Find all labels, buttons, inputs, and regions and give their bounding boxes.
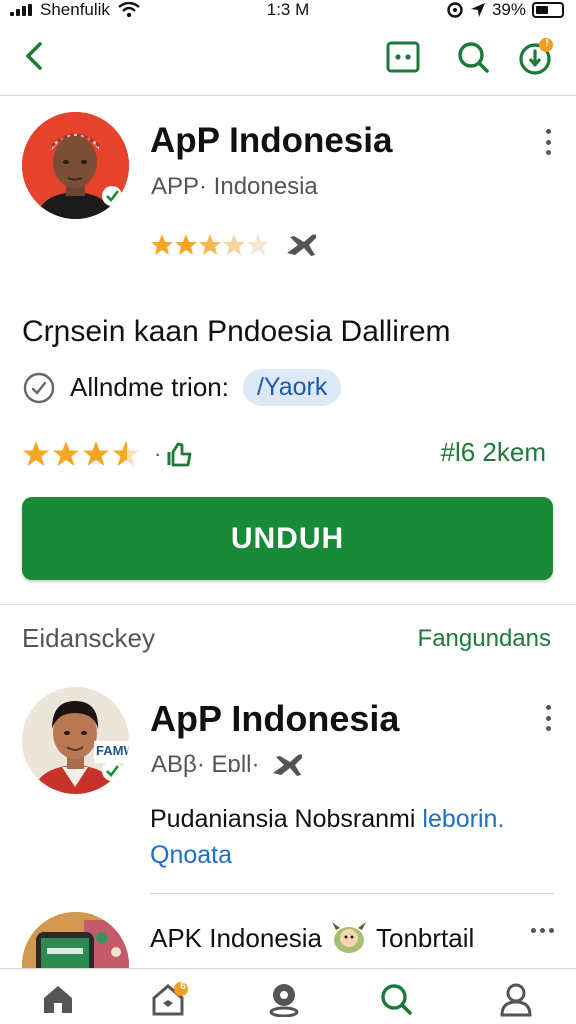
battery-icon [532, 2, 564, 18]
nav-home[interactable] [34, 979, 82, 1019]
more-options-button[interactable] [538, 701, 558, 735]
search-button[interactable] [454, 38, 492, 76]
home-icon [44, 986, 72, 1013]
app-title-suffix: Tonbrtail [376, 922, 475, 953]
featured-app-card: ApP Indonesia APP· Indonesia Crɲsein kaa… [0, 97, 576, 605]
profile-icon [500, 983, 532, 1017]
install-button[interactable]: UNDUH [22, 497, 553, 580]
nav-location[interactable] [260, 979, 308, 1019]
location-icon [269, 984, 299, 1017]
app-title: ApP Indonesia [150, 121, 393, 160]
more-options-button[interactable] [538, 125, 558, 159]
section-more-link[interactable]: Fangundans [418, 625, 551, 653]
top-app-bar: ! [0, 22, 576, 96]
nav-categories[interactable]: 6 [146, 979, 194, 1019]
app-developer[interactable]: APP· Indonesia [151, 173, 318, 201]
alarm-icon [447, 2, 463, 18]
rating-summary [150, 231, 320, 259]
person-photo-icon [22, 112, 129, 219]
rating-row: · [22, 439, 193, 469]
status-bar: Shenfulik 1:3 M 39% [0, 0, 576, 22]
nav-badge: 6 [180, 981, 186, 992]
star-rating-icon [23, 441, 139, 466]
app-subtitle-row: ABβ· Eɒll· [151, 751, 306, 779]
chevron-left-icon [26, 42, 42, 70]
chat-button[interactable] [384, 38, 422, 76]
app-title: ApP Indonesia [150, 698, 400, 739]
app-size: #l6 2kem [440, 437, 547, 467]
thumbs-up-icon [167, 442, 192, 467]
nav-search[interactable] [372, 979, 420, 1019]
info-pill[interactable]: /Yaork [242, 369, 342, 406]
app-developer[interactable]: ABβ· Eɒll· [151, 751, 260, 779]
description-text: Pudaniansia Νobsranmi [150, 805, 416, 833]
battery-percent: 39% [491, 0, 526, 19]
app-headline: Crɲsein kaan Pndoesia Dallirem [22, 315, 451, 348]
plane-icon [287, 234, 317, 256]
list-item[interactable]: APK Indonesia Tonbrtail [0, 894, 576, 968]
status-right: 39% [446, 0, 564, 20]
app-avatar[interactable] [22, 912, 129, 968]
app-description: Pudaniansia Νobsranmi leborin. Qnoata [150, 801, 550, 873]
list-item[interactable]: FAMW ApP Indonesia ABβ· Eɒll· Pudaniansi… [0, 673, 576, 893]
search-icon [458, 42, 489, 73]
app-title: APK Indonesia [150, 922, 323, 953]
avatar-tag: FAMW [96, 743, 129, 758]
section-title: Eidansckey [22, 623, 155, 653]
person-photo-icon [22, 687, 129, 794]
nav-profile[interactable] [492, 979, 540, 1019]
bottom-navigation: 6 [0, 968, 576, 1024]
description-link-2[interactable]: Qnoata [150, 841, 232, 869]
description-link[interactable]: leborin. [422, 805, 504, 833]
developer-avatar[interactable] [22, 112, 129, 219]
more-options-button[interactable] [531, 928, 554, 933]
phone-app-icon [22, 912, 129, 968]
star-rating-icon [151, 234, 269, 255]
info-row: Allndme trion: /Yaork [22, 369, 342, 406]
check-circle-icon [23, 372, 55, 403]
search-icon [381, 984, 412, 1015]
back-button[interactable] [14, 36, 54, 76]
plane-icon [272, 754, 302, 776]
notification-button[interactable]: ! [516, 36, 556, 78]
notification-badge: ! [545, 38, 549, 49]
rating-separator: · [154, 441, 162, 466]
mascot-icon [332, 922, 367, 953]
chat-icon [386, 41, 420, 73]
developer-avatar[interactable]: FAMW [22, 687, 129, 794]
location-arrow-icon [470, 3, 485, 17]
info-label: Allndme trion: [70, 372, 229, 402]
app-title-row: APK Indonesia Tonbrtail [150, 920, 474, 956]
section-header: Eidansckey Fangundans [0, 605, 576, 673]
